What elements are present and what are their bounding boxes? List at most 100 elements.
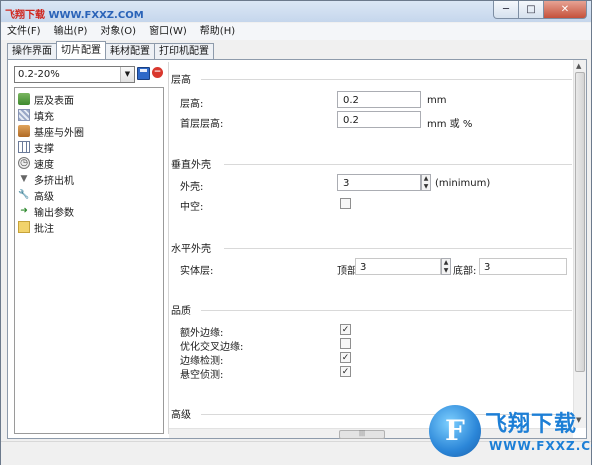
section-title-layer-height: 层高 [171, 75, 191, 86]
tree-item-advanced[interactable]: 🔧 高级 [18, 187, 54, 203]
menu-object[interactable]: 对象(O) [94, 23, 143, 40]
layer-height-label: 层高: [180, 99, 204, 110]
support-icon [18, 141, 30, 153]
first-layer-height-label: 首层层高: [180, 119, 224, 130]
bottom-layers-label: 底部: [453, 266, 477, 277]
watermark-logo: F 飞翔下载 WWW.FXXZ.COM [429, 403, 592, 461]
tree-item-infill[interactable]: 填充 [18, 107, 54, 123]
app-window: 飞翔下载 WWW.FXXZ.COM ─ □ ✕ 文件(F) 输出(P) 对象(O… [0, 0, 592, 465]
maximize-button[interactable]: □ [519, 1, 544, 19]
perimeters-spinner[interactable]: ▲ ▼ [421, 174, 431, 191]
tree-item-label: 批注 [34, 223, 54, 235]
scroll-thumb-horizontal[interactable]: ||| [339, 430, 385, 439]
tree-item-multiple-extruders[interactable]: ▼ 多挤出机 [18, 171, 74, 187]
bottom-layers-input[interactable]: 3 [479, 258, 567, 275]
watermark-part2: WWW.FXXZ.COM [45, 10, 144, 21]
scroll-up-icon[interactable]: ▲ [576, 62, 581, 70]
tree-item-label: 支撑 [34, 143, 54, 155]
delete-preset-icon[interactable]: − [152, 67, 163, 78]
extra-perimeters-checkbox[interactable]: ✓ [340, 324, 351, 335]
tab-plater[interactable]: 操作界面 [7, 43, 57, 60]
section-rule [201, 310, 572, 311]
tree-item-label: 填充 [34, 111, 54, 123]
top-layers-input[interactable]: 3 [355, 258, 441, 275]
spiral-vase-label: 中空: [180, 202, 204, 213]
avoid-crossing-perimeters-checkbox[interactable] [340, 338, 351, 349]
tree-item-support[interactable]: 支撑 [18, 139, 54, 155]
section-title-quality: 品质 [171, 306, 191, 317]
menu-output[interactable]: 输出(P) [48, 23, 95, 40]
section-rule [224, 248, 572, 249]
notes-icon [18, 221, 30, 233]
maximize-icon: □ [526, 4, 536, 15]
save-preset-icon[interactable] [137, 67, 150, 80]
tree-item-label: 多挤出机 [34, 175, 74, 187]
layer-height-input[interactable]: 0.2 [337, 91, 421, 108]
infill-icon [18, 109, 30, 121]
tree-item-label: 基座与外圈 [34, 127, 84, 139]
scroll-thumb[interactable] [575, 72, 585, 372]
overhangs-label: 悬空侦测: [180, 370, 224, 381]
settings-panel: 0.2-20% ▼ − 层及表面 填充 基座与外圈 支撑 ◷ 速度 ▼ 多挤出机… [7, 59, 587, 439]
first-layer-height-input[interactable]: 0.2 [337, 111, 421, 128]
section-title-vertical-shells: 垂直外壳 [171, 160, 211, 171]
preset-value: 0.2-20% [18, 69, 60, 80]
overhangs-checkbox[interactable]: ✓ [340, 366, 351, 377]
first-layer-height-unit: mm 或 % [427, 119, 473, 130]
layers-icon [18, 93, 30, 105]
section-title-advanced: 高级 [171, 410, 191, 421]
extra-perimeters-label: 额外边缘: [180, 328, 224, 339]
tree-item-speed[interactable]: ◷ 速度 [18, 155, 54, 171]
skirt-icon [18, 125, 30, 137]
minimize-button[interactable]: ─ [493, 1, 519, 19]
tree-item-notes[interactable]: 批注 [18, 219, 54, 235]
thin-walls-checkbox[interactable]: ✓ [340, 352, 351, 363]
tab-filament-settings[interactable]: 耗材配置 [105, 43, 155, 60]
tab-print-settings[interactable]: 切片配置 [56, 41, 106, 60]
perimeters-label: 外壳: [180, 182, 204, 193]
top-layers-spinner[interactable]: ▲ ▼ [441, 258, 451, 275]
menu-file[interactable]: 文件(F) [1, 23, 48, 40]
watermark-part1: 飞翔下载 [5, 10, 45, 21]
chevron-down-icon: ▼ [120, 67, 134, 82]
tree-item-label: 速度 [34, 159, 54, 171]
spiral-vase-checkbox[interactable] [340, 198, 351, 209]
tab-printer-settings[interactable]: 打印机配置 [154, 43, 214, 60]
left-pane: 0.2-20% ▼ − 层及表面 填充 基座与外圈 支撑 ◷ 速度 ▼ 多挤出机… [10, 62, 166, 434]
preset-select[interactable]: 0.2-20% ▼ [14, 66, 135, 83]
logo-name: 飞翔下载 [485, 412, 578, 437]
settings-tree: 层及表面 填充 基座与外圈 支撑 ◷ 速度 ▼ 多挤出机 🔧 高级 ➜ 输出参数… [14, 87, 164, 434]
menu-window[interactable]: 窗口(W) [143, 23, 194, 40]
watermark-text: 飞翔下载 WWW.FXXZ.COM [5, 6, 144, 21]
perimeters-input[interactable]: 3 [337, 174, 421, 191]
menu-bar: 文件(F) 输出(P) 对象(O) 窗口(W) 帮助(H) [1, 23, 591, 40]
vertical-scrollbar[interactable]: ▲ ▼ [573, 60, 586, 428]
logo-url: WWW.FXXZ.COM [489, 439, 592, 453]
funnel-icon: ▼ [20, 174, 28, 184]
tab-bar: 操作界面 切片配置 耗材配置 打印机配置 [7, 41, 214, 60]
solid-layers-label: 实体层: [180, 266, 214, 277]
speed-icon: ◷ [18, 157, 30, 169]
avoid-crossing-perimeters-label: 优化交叉边缘: [180, 342, 244, 353]
section-title-horizontal-shells: 水平外壳 [171, 244, 211, 255]
menu-help[interactable]: 帮助(H) [194, 23, 242, 40]
close-icon: ✕ [560, 4, 570, 15]
options-pane: 层高 层高: 0.2 mm 首层层高: 0.2 mm 或 % 垂直外壳 外壳: … [169, 60, 572, 428]
tree-item-layers[interactable]: 层及表面 [18, 91, 74, 107]
thin-walls-label: 边缘检测: [180, 356, 224, 367]
tree-item-skirt-brim[interactable]: 基座与外圈 [18, 123, 84, 139]
title-bar: 飞翔下载 WWW.FXXZ.COM ─ □ ✕ [1, 1, 591, 22]
tree-item-label: 输出参数 [34, 207, 74, 219]
section-rule [201, 79, 572, 80]
output-icon: ➜ [20, 206, 28, 216]
perimeters-hint: (minimum) [435, 178, 491, 189]
tree-item-label: 层及表面 [34, 95, 74, 107]
layer-height-unit: mm [427, 95, 447, 106]
minimize-icon: ─ [502, 4, 510, 15]
tree-item-output-options[interactable]: ➜ 输出参数 [18, 203, 74, 219]
section-rule [224, 164, 572, 165]
logo-mark-icon: F [429, 405, 481, 457]
close-button[interactable]: ✕ [544, 1, 587, 19]
tree-item-label: 高级 [34, 191, 54, 203]
wrench-icon: 🔧 [18, 190, 30, 200]
